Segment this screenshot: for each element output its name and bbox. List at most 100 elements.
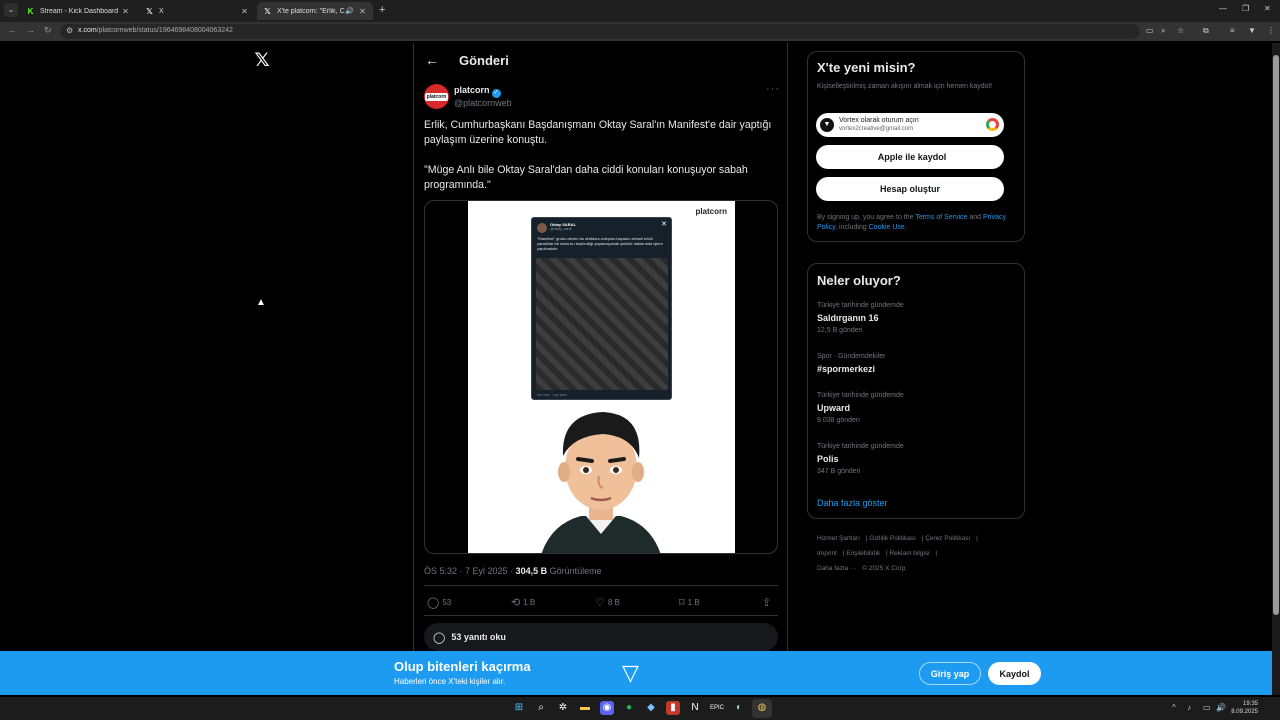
tab-title: X'te platcorn: "Erlik, Cumhu [277,7,345,15]
footer-link[interactable]: Gizlilik Politikası [869,535,916,542]
steam-icon[interactable]: ◐ [732,701,746,715]
media-icon[interactable]: ≡ [1230,26,1235,35]
reply-button[interactable]: ◯ 53 [427,596,451,609]
back-arrow-icon[interactable]: ← [425,52,439,68]
terms-link[interactable]: Terms of Service [915,214,967,221]
extensions-icon[interactable]: ⧉ [1203,26,1209,36]
footer-link[interactable]: Daha fazla ··· [817,565,856,572]
chrome-icon[interactable]: ◍ [755,701,769,715]
cookie-link[interactable]: Cookie Use [869,224,905,231]
signup-card-description: Kişiselleştirilmiş zaman akışını almak i… [817,83,993,90]
create-account-button[interactable]: Hesap oluştur [816,177,1004,201]
speaker-icon[interactable]: 🔊 [345,7,354,15]
close-icon[interactable]: ✕ [240,7,249,16]
avatar [537,223,547,233]
network-icon[interactable]: ▭ [1203,703,1211,712]
volume-icon[interactable]: 🔊 [1216,703,1226,712]
like-button[interactable]: ♡ 8 B [595,596,620,609]
forward-icon[interactable]: → [26,25,35,35]
reply-icon: ◯ [427,597,440,609]
vortex-avatar-icon: ▼ [820,118,834,132]
trends-card: Neler oluyor? Türkiye tarihinde gündemde… [807,263,1025,519]
shield-icon[interactable]: ▼ [1248,26,1256,35]
tab-x-post[interactable]: 𝕏 X'te platcorn: "Erlik, Cumhu 🔊 ✕ [257,2,373,20]
tray-overflow-icon[interactable]: ^ [1172,703,1176,712]
restore-icon[interactable]: ❐ [1242,4,1249,13]
vpn-icon[interactable]: ◆ [644,701,658,715]
kick-icon: K [27,6,34,16]
zoom-icon[interactable]: ⌕ [1161,26,1165,36]
windows-start-icon[interactable]: ⊞ [512,701,526,715]
signup-button[interactable]: Kaydol [988,662,1041,685]
google-account-email: vortex2creative@gmail.com [839,126,914,132]
view-count: 304,5 B [515,566,548,576]
post-time[interactable]: ÖS 5:32 [424,566,457,576]
mic-icon[interactable]: ♪ [1187,703,1191,712]
tab-kick-dashboard[interactable]: K Stream - Kick Dashboard ✕ [20,2,136,20]
verified-badge-icon: ✓ [491,89,501,98]
widgets-icon[interactable]: ✲ [556,701,570,715]
author-name[interactable]: platcorn ✓ [454,85,501,98]
read-replies-button[interactable]: ◯ 53 yanıtı oku [424,623,778,651]
cartoon-portrait [541,412,661,553]
footer-link[interactable]: Reklam bilgisi [889,550,929,557]
repost-button[interactable]: ⟲ 1 B [511,596,535,609]
share-button[interactable]: ⇪ [762,596,771,609]
spotify-icon[interactable]: ● [622,701,636,715]
cast-icon[interactable]: ▭ [1146,26,1154,35]
notion-icon[interactable]: N [688,701,702,715]
footer-link[interactable]: Çerez Politikası [925,535,970,542]
media-image[interactable]: platcorn Oktay SARAL @oktay_saral ✕ "Man… [468,201,735,553]
epic-games-icon[interactable]: EPIC [710,701,724,715]
read-replies-label: 53 yanıtı oku [451,632,506,642]
post-date[interactable]: 7 Eyl 2025 [465,566,508,576]
star-icon[interactable]: ☆ [1177,26,1184,35]
tab-search-button[interactable]: ⌄ [4,3,18,17]
minimize-icon[interactable]: — [1219,4,1227,13]
legal-text: By signing up, you agree to the Terms of… [817,214,1006,231]
repost-icon: ⟲ [511,597,521,609]
copyright: © 2025 X Corp. [862,565,908,572]
close-icon[interactable]: ✕ [121,7,130,16]
trend-item[interactable]: Türkiye tarihinde gündemde Polis 347 B g… [817,443,904,475]
tab-x[interactable]: 𝕏 X ✕ [139,2,255,20]
address-bar-row: ← → ↻ ⚙ x.com/platcornweb/status/1964698… [0,22,1280,41]
share-icon: ⇪ [762,597,772,609]
new-tab-button[interactable]: + [379,4,385,16]
post-text-paragraph: Erlik, Cumhurbaşkanı Başdanışmanı Oktay … [424,119,772,146]
banner-title: Olup bitenleri kaçırma [394,659,531,674]
bookmark-button[interactable]: ⌑ 1 B [679,596,700,609]
footer-link[interactable]: Erişilebilirlik [846,550,880,557]
apple-signup-button[interactable]: Apple ile kaydol [816,145,1004,169]
embedded-tweet-date: ÖS 12:03 · 7 Eyl 2025 [537,393,567,397]
avatar[interactable]: platcorn [424,84,449,109]
author-handle[interactable]: @platcornweb [454,98,512,108]
search-icon[interactable]: ⌕ [534,701,548,715]
clock[interactable]: 19:35 8.09.2025 [1230,700,1258,716]
recorder-icon[interactable]: ▮ [666,701,680,715]
back-icon[interactable]: ← [8,25,17,35]
embedded-author-handle: @oktay_saral [550,227,572,231]
google-signin-button[interactable]: ▼ Vortex olarak oturum açın vortex2creat… [816,113,1004,137]
login-button[interactable]: Giriş yap [919,662,981,685]
footer-link[interactable]: Imprint [817,550,837,557]
more-options-icon[interactable]: ··· [766,83,780,95]
site-info-icon[interactable]: ⚙ [66,26,73,35]
trend-item[interactable]: Türkiye tarihinde gündemde Upward 9.038 … [817,392,904,424]
banner-subtitle: Haberleri önce X'teki kişiler alır. [394,677,506,686]
scrollbar-thumb[interactable] [1273,55,1279,615]
show-more-link[interactable]: Daha fazla göster [817,498,888,508]
footer-link[interactable]: Hizmet Şartları [817,535,860,542]
menu-icon[interactable]: ⋮ [1267,26,1275,35]
close-icon: ✕ [661,221,667,228]
trend-item[interactable]: Türkiye tarihinde gündemde Saldırganın 1… [817,302,904,334]
reload-icon[interactable]: ↻ [44,25,52,36]
discord-icon[interactable]: ◉ [600,701,614,715]
post-media[interactable]: platcorn Oktay SARAL @oktay_saral ✕ "Man… [424,200,778,554]
close-icon[interactable]: ✕ [358,7,367,16]
file-explorer-icon[interactable]: ▬ [578,701,592,715]
trend-item[interactable]: Spor · Gündemdekiler #spormerkezi [817,353,885,374]
x-logo-icon[interactable]: 𝕏 [252,51,272,70]
window-close-icon[interactable]: ✕ [1264,4,1271,13]
url-field[interactable]: ⚙ x.com/platcornweb/status/1964698408004… [60,24,1140,39]
